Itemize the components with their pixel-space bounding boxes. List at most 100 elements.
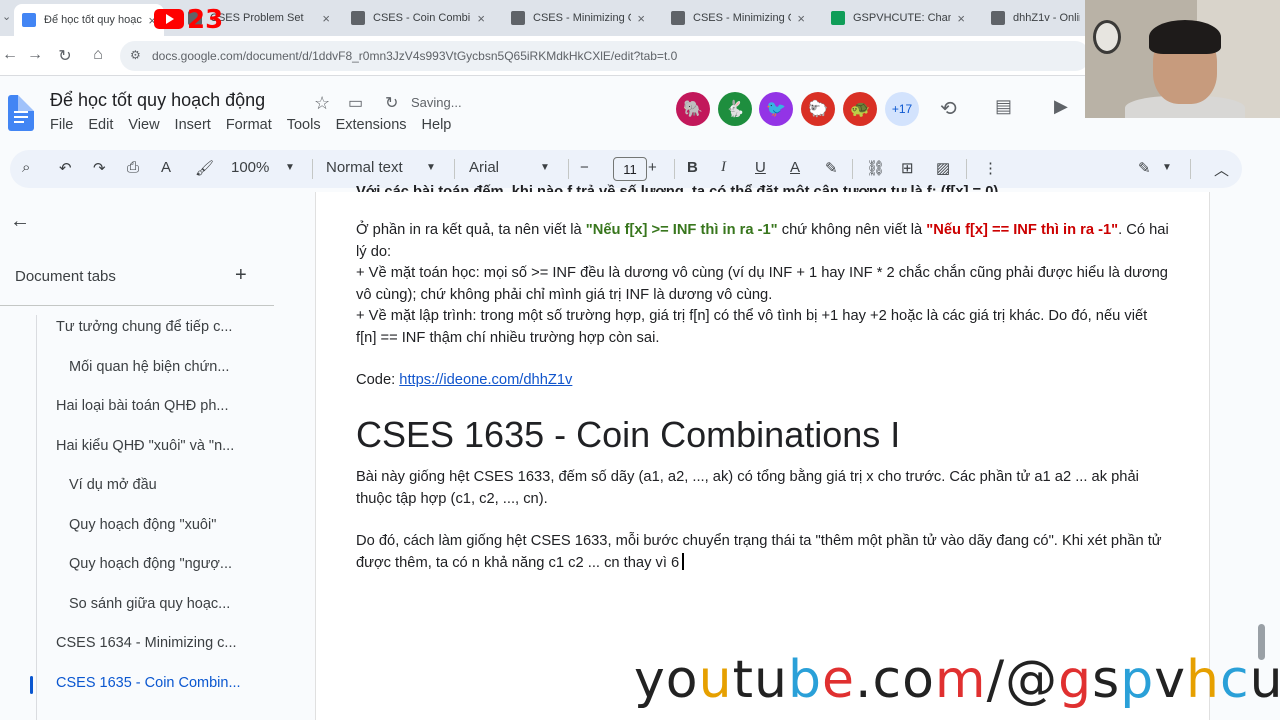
zoom-select[interactable]: 100% bbox=[231, 159, 269, 176]
sidebar-item[interactable]: Hai kiểu QHĐ "xuôi" và "n... bbox=[56, 438, 234, 454]
browser-tab[interactable]: Để học tốt quy hoạch động× bbox=[14, 4, 164, 36]
ideone-link[interactable]: https://ideone.com/dhhZ1v bbox=[399, 372, 572, 388]
menu-edit[interactable]: Edit bbox=[88, 117, 113, 133]
italic-icon[interactable]: I bbox=[721, 159, 726, 176]
close-tab-icon[interactable]: × bbox=[322, 11, 330, 26]
editing-mode-icon[interactable]: ✎ bbox=[1138, 159, 1151, 177]
meet-icon[interactable]: ▶ bbox=[1054, 96, 1068, 117]
underline-icon[interactable]: U bbox=[755, 159, 766, 176]
paragraph-math-reason: + Về mặt toán học: mọi số >= INF đều là … bbox=[356, 265, 1168, 303]
chevron-down-icon[interactable]: ▼ bbox=[426, 162, 436, 173]
menu-view[interactable]: View bbox=[128, 117, 159, 133]
search-menus-icon[interactable]: ⌕ bbox=[22, 159, 30, 176]
collapse-menus-icon[interactable]: ︿ bbox=[1214, 159, 1229, 180]
sidebar-item[interactable]: Ví dụ mở đầu bbox=[69, 477, 157, 493]
watermark-letter: s bbox=[1092, 650, 1121, 710]
bold-icon[interactable]: B bbox=[687, 159, 698, 176]
text-color-icon[interactable]: A bbox=[790, 159, 800, 176]
undo-icon[interactable]: ↶ bbox=[59, 159, 72, 177]
font-size-input[interactable]: 11 bbox=[613, 157, 647, 181]
paint-format-icon[interactable]: 🖌 bbox=[195, 159, 214, 177]
sidebar-item[interactable]: So sánh giữa quy hoạc... bbox=[69, 596, 230, 612]
decrease-font-size-icon[interactable]: − bbox=[580, 159, 589, 176]
chevron-down-icon[interactable]: ▼ bbox=[1162, 162, 1172, 173]
sidebar-item[interactable]: Tư tưởng chung để tiếp c... bbox=[56, 319, 232, 335]
spellcheck-icon[interactable]: A bbox=[161, 159, 171, 176]
star-icon[interactable]: ☆ bbox=[314, 93, 330, 114]
sync-icon: ↻ bbox=[385, 95, 399, 112]
browser-tab[interactable]: GSPVHCUTE: Channel × bbox=[823, 4, 973, 32]
print-icon[interactable]: ⎙ bbox=[127, 159, 139, 176]
site-info-icon[interactable]: ⚙ bbox=[130, 48, 141, 62]
tab-favicon-icon bbox=[22, 13, 36, 27]
comments-icon[interactable]: ▤ bbox=[995, 96, 1012, 117]
link-icon[interactable]: ⛓ bbox=[866, 159, 885, 177]
close-tab-icon[interactable]: × bbox=[477, 11, 485, 26]
home-icon[interactable]: ⌂ bbox=[88, 46, 108, 64]
browser-tab[interactable]: dhhZ1v - Online bbox=[983, 4, 1088, 32]
close-tab-icon[interactable]: × bbox=[797, 11, 805, 26]
chevron-down-icon[interactable]: ▼ bbox=[540, 162, 550, 173]
watermark-letter: e bbox=[821, 650, 855, 710]
watermark-letter: . bbox=[854, 650, 873, 710]
document-title[interactable]: Để học tốt quy hoạch động bbox=[50, 90, 265, 111]
browser-tab[interactable]: CSES - Coin Combinations × bbox=[343, 4, 493, 32]
highlight-icon[interactable]: ✎ bbox=[825, 159, 838, 177]
tab-label: CSES - Coin Combinations bbox=[373, 12, 471, 24]
increase-font-size-icon[interactable]: + bbox=[648, 159, 657, 176]
watermark-letter: m bbox=[934, 650, 987, 710]
watermark-letter: p bbox=[1120, 650, 1155, 710]
url-text: docs.google.com/document/d/1ddvF8_r0mn3J… bbox=[152, 49, 678, 63]
chevron-down-icon[interactable]: ▼ bbox=[285, 162, 295, 173]
watermark-letter: c bbox=[1219, 650, 1250, 710]
tab-label: GSPVHCUTE: Channel bbox=[853, 12, 952, 24]
redo-icon[interactable]: ↷ bbox=[93, 159, 106, 177]
browser-tab[interactable]: CSES - Minimizing Coins × bbox=[503, 4, 653, 32]
sidebar-item[interactable]: CSES 1635 - Coin Combin... bbox=[56, 675, 241, 691]
paragraph-problem-description: Bài này giống hệt CSES 1633, đếm số dãy … bbox=[356, 469, 1139, 507]
style-select[interactable]: Normal text bbox=[326, 159, 403, 176]
tab-list-chevron-icon[interactable]: ⌄ bbox=[2, 10, 11, 23]
collaborator-avatar[interactable]: 🐦 bbox=[759, 92, 793, 126]
tab-favicon-icon bbox=[831, 11, 845, 25]
watermark-letter: @ bbox=[1005, 650, 1059, 710]
sidebar-item[interactable]: Quy hoạch động "ngượ... bbox=[69, 556, 232, 572]
forward-icon[interactable]: → bbox=[25, 46, 45, 64]
menu-insert[interactable]: Insert bbox=[175, 117, 211, 133]
tab-favicon-icon bbox=[991, 11, 1005, 25]
paragraph-cut-off: Với các bài toán đếm, khi nào f trả về s… bbox=[356, 184, 999, 192]
sidebar-item[interactable]: Quy hoạch động "xuôi" bbox=[69, 517, 216, 533]
menu-help[interactable]: Help bbox=[422, 117, 452, 133]
sidebar-item[interactable]: Hai loại bài toán QHĐ ph... bbox=[56, 398, 228, 414]
back-arrow-icon[interactable]: ← bbox=[10, 210, 30, 233]
collaborator-avatar[interactable]: 🐢 bbox=[843, 92, 877, 126]
sidebar-item[interactable]: CSES 1634 - Minimizing c... bbox=[56, 635, 237, 651]
url-bar[interactable]: ⚙ docs.google.com/document/d/1ddvF8_r0mn… bbox=[120, 41, 1090, 71]
save-status: Saving... bbox=[411, 95, 462, 110]
collaborator-avatar[interactable]: 🐇 bbox=[718, 92, 752, 126]
add-tab-icon[interactable]: + bbox=[235, 264, 247, 287]
section-heading: CSES 1635 - Coin Combinations I bbox=[356, 414, 901, 455]
collaborator-avatar[interactable]: 🐘 bbox=[676, 92, 710, 126]
menu-tools[interactable]: Tools bbox=[287, 117, 321, 133]
menu-file[interactable]: File bbox=[50, 117, 73, 133]
docs-logo-icon[interactable] bbox=[8, 95, 34, 131]
back-icon[interactable]: ← bbox=[0, 46, 20, 64]
close-tab-icon[interactable]: × bbox=[637, 11, 645, 26]
menu-format[interactable]: Format bbox=[226, 117, 272, 133]
reload-icon[interactable]: ↻ bbox=[55, 46, 75, 66]
close-tab-icon[interactable]: × bbox=[957, 11, 965, 26]
watermark-letter: u bbox=[1249, 650, 1280, 710]
sidebar-item[interactable]: Mối quan hệ biện chứn... bbox=[69, 359, 229, 375]
more-options-icon[interactable]: ⋮ bbox=[983, 159, 998, 177]
insert-image-icon[interactable]: ▨ bbox=[936, 159, 950, 177]
browser-tab[interactable]: CSES - Minimizing Coins × bbox=[663, 4, 813, 32]
add-comment-icon[interactable]: ⊞ bbox=[901, 159, 914, 177]
watermark-letter: u bbox=[698, 650, 733, 710]
history-icon[interactable]: ⟲ bbox=[940, 96, 957, 121]
collaborator-avatar[interactable]: 🐑 bbox=[801, 92, 835, 126]
font-select[interactable]: Arial bbox=[469, 159, 499, 176]
move-folder-icon[interactable]: ▭ bbox=[348, 93, 363, 113]
more-collaborators-badge[interactable]: +17 bbox=[885, 92, 919, 126]
menu-extensions[interactable]: Extensions bbox=[336, 117, 407, 133]
